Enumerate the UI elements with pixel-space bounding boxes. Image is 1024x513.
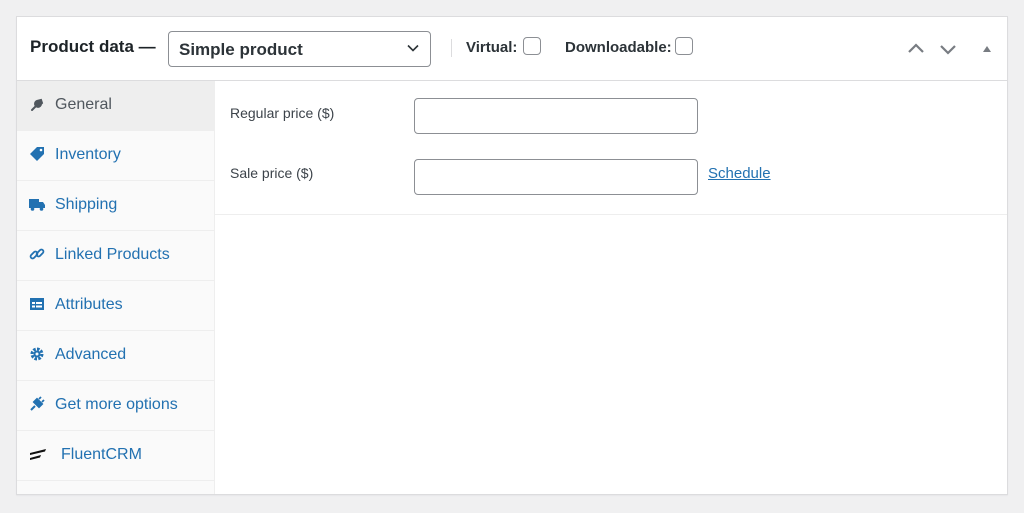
chevron-down-icon[interactable] [938,39,958,59]
panel-title: Product data — [30,37,156,56]
tab-general[interactable]: General [17,81,214,131]
tab-label: Get more options [55,396,178,413]
product-data-tabs: General Inventory Shipping Linked Produc… [17,81,215,494]
product-type-value: Simple product [179,40,303,59]
tag-icon [30,147,44,161]
gear-icon [30,347,44,361]
sale-price-label: Sale price ($) [230,165,314,181]
panel-header: Product data — Simple product Virtual: D… [17,17,1007,81]
tab-label: Shipping [55,196,118,213]
tab-label: Advanced [55,346,127,363]
tab-label: Attributes [55,296,123,313]
tab-inventory[interactable]: Inventory [17,131,214,181]
tab-label: Inventory [55,146,121,163]
downloadable-label: Downloadable: [565,39,672,56]
chevron-down-icon [407,44,419,52]
tab-fluentcrm[interactable]: FluentCRM [17,431,214,481]
wrench-icon [31,98,44,111]
regular-price-label: Regular price ($) [230,105,335,121]
product-type-select[interactable]: Simple product [168,31,431,67]
chevron-up-icon[interactable] [906,39,926,59]
truck-icon [29,199,45,211]
product-data-panel: Product data — Simple product Virtual: D… [16,16,1008,495]
header-divider [451,39,452,57]
tab-advanced[interactable]: Advanced [17,331,214,381]
plugin-icon [30,396,45,411]
tab-linked-products[interactable]: Linked Products [17,231,214,281]
virtual-label: Virtual: [466,39,518,56]
tab-attributes[interactable]: Attributes [17,281,214,331]
downloadable-checkbox[interactable] [675,37,693,55]
link-icon [29,248,45,260]
tab-label: Linked Products [55,246,170,263]
tab-label: General [55,96,112,113]
sale-price-input[interactable] [414,159,698,195]
tab-shipping[interactable]: Shipping [17,181,214,231]
regular-price-input[interactable] [414,98,698,134]
schedule-link[interactable]: Schedule [708,165,771,182]
list-view-icon [30,298,44,310]
virtual-checkbox[interactable] [523,37,541,55]
general-panel: Regular price ($) Sale price ($) Schedul… [215,81,1007,215]
fluentcrm-logo-icon [30,449,46,460]
tab-label: FluentCRM [61,446,142,463]
tab-get-more-options[interactable]: Get more options [17,381,214,431]
triangle-up-icon[interactable] [977,39,997,59]
